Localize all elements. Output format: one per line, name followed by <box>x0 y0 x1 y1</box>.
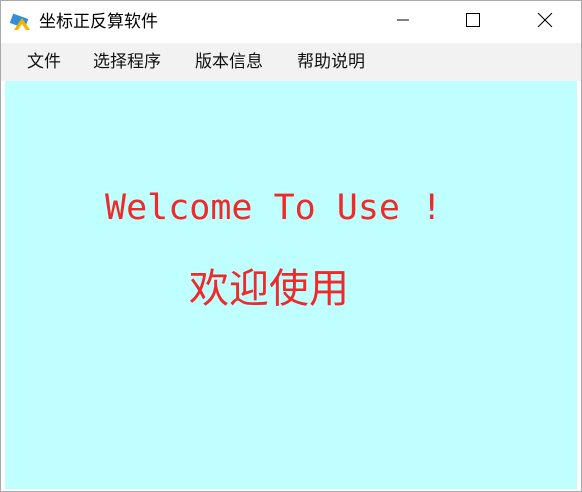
menu-bar: 文件 选择程序 版本信息 帮助说明 <box>1 43 581 81</box>
menu-item-version-info[interactable]: 版本信息 <box>195 43 263 81</box>
title-bar[interactable]: 坐标正反算软件 <box>1 1 581 43</box>
minimize-button[interactable] <box>368 1 438 43</box>
app-window: 坐标正反算软件 文件 选择程序 版本信息 帮助说明 Welcome To Use… <box>0 0 582 492</box>
minimize-icon <box>395 12 411 32</box>
ruler-protractor-icon <box>9 12 34 32</box>
welcome-text-chinese: 欢迎使用 <box>189 266 349 312</box>
close-button[interactable] <box>508 1 581 43</box>
menu-item-file[interactable]: 文件 <box>27 43 61 81</box>
menu-item-help[interactable]: 帮助说明 <box>297 43 365 81</box>
maximize-icon <box>465 12 481 32</box>
client-area: Welcome To Use ! 欢迎使用 <box>5 81 577 489</box>
menu-item-select-program[interactable]: 选择程序 <box>93 43 161 81</box>
close-icon <box>537 12 553 32</box>
maximize-button[interactable] <box>438 1 508 43</box>
window-title: 坐标正反算软件 <box>39 12 158 32</box>
welcome-text-english: Welcome To Use ! <box>105 188 443 228</box>
